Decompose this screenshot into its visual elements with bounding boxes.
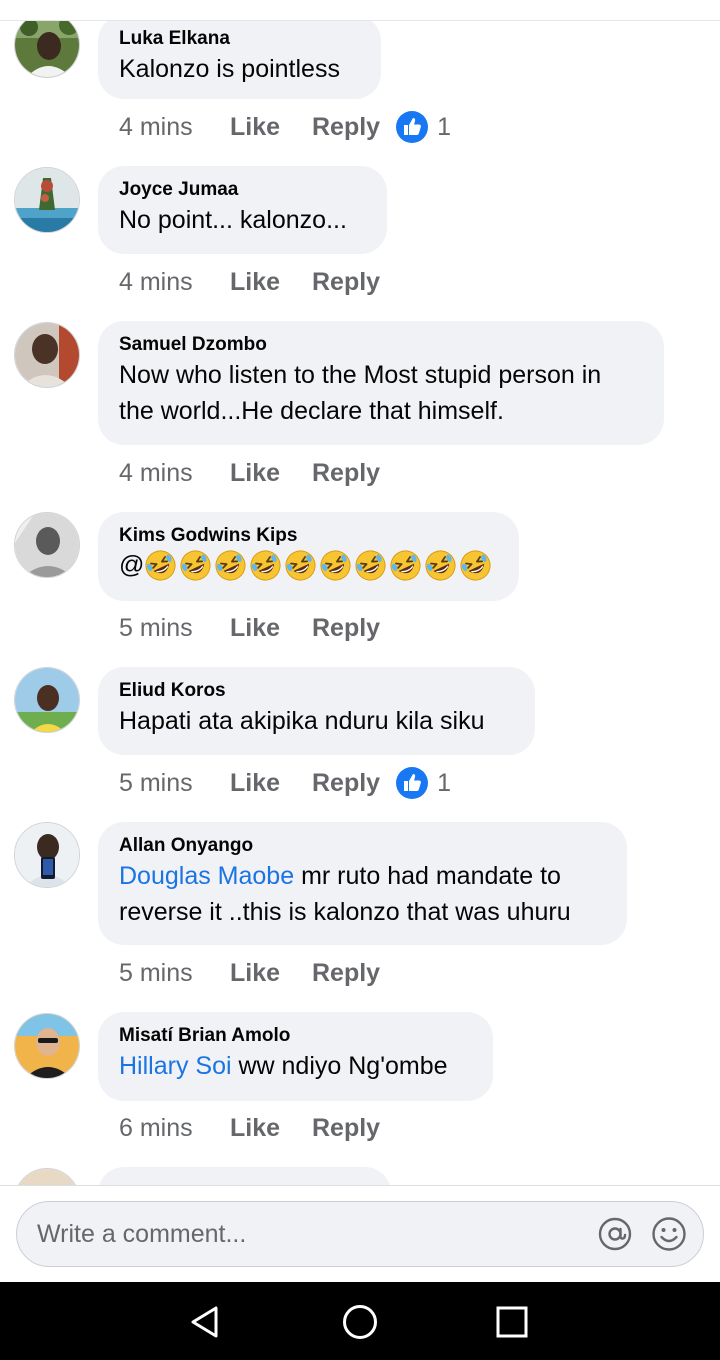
rolling-laughing-emoji-icon — [425, 550, 456, 581]
reaction-count: 1 — [437, 112, 451, 141]
like-button[interactable]: Like — [230, 113, 312, 142]
like-button[interactable]: Like — [230, 459, 312, 488]
comment-actions: 5 mins Like Reply — [119, 610, 380, 646]
reaction-summary[interactable]: 1 — [396, 111, 451, 143]
reply-button[interactable]: Reply — [312, 113, 380, 142]
comment-author[interactable]: Samuel Dzombo — [119, 333, 643, 357]
rolling-laughing-emoji-icon — [320, 550, 351, 581]
comment-author[interactable]: Kims Godwins Kips — [119, 524, 498, 548]
rolling-laughing-emoji-icon — [285, 550, 316, 581]
reply-button[interactable]: Reply — [312, 459, 380, 488]
comment-text: Kalonzo is pointless — [119, 55, 340, 83]
avatar[interactable] — [14, 512, 80, 578]
rolling-laughing-emoji-icon — [180, 550, 211, 581]
like-button[interactable]: Like — [230, 614, 312, 643]
smiley-icon[interactable] — [651, 1216, 687, 1252]
comment-actions: 4 mins Like Reply — [119, 264, 380, 300]
comment-time[interactable]: 5 mins — [119, 769, 230, 798]
comment-bubble[interactable]: Eliud Koros Hapati ata akipika nduru kil… — [98, 667, 535, 755]
like-button[interactable]: Like — [230, 959, 312, 988]
rolling-laughing-emoji-icon — [390, 550, 421, 581]
comment-author[interactable]: Luka Elkana — [119, 27, 360, 51]
comment-text-prefix: @ — [119, 551, 145, 579]
mention-link[interactable]: Douglas Maobe — [119, 862, 294, 890]
comment-actions: 5 mins Like Reply — [119, 955, 380, 991]
reaction-summary[interactable]: 1 — [396, 767, 451, 799]
comment-box — [16, 1201, 704, 1267]
comment-author[interactable]: Eliud Koros — [119, 679, 514, 703]
avatar[interactable] — [14, 167, 80, 233]
comment-text-line: Douglas Maobe mr ruto had mandate to — [119, 859, 606, 894]
mention-link[interactable]: Hillary Soi — [119, 1052, 232, 1080]
comment-text: Hapati ata akipika nduru kila siku — [119, 707, 485, 735]
comment-author[interactable]: Misatí Brian Amolo — [119, 1024, 472, 1048]
comment-actions: 6 mins Like Reply — [119, 1110, 380, 1146]
thumbs-up-icon — [396, 111, 429, 143]
comment-actions: 4 mins Like Reply — [119, 455, 380, 491]
comment-list[interactable]: Luka Elkana Kalonzo is pointless 4 mins … — [0, 0, 720, 1185]
comment-time[interactable]: 4 mins — [119, 459, 230, 488]
comment-bubble[interactable]: Misatí Brian Amolo Hillary Soi ww ndiyo … — [98, 1012, 493, 1101]
comment-text-line: the world...He declare that himself. — [119, 397, 504, 425]
rolling-laughing-emoji-icon — [145, 550, 176, 581]
rolling-laughing-emoji-icon — [215, 550, 246, 581]
comment-text-line: reverse it ..this is kalonzo that was uh… — [119, 898, 571, 926]
avatar[interactable] — [14, 667, 80, 733]
recents-square-icon[interactable] — [492, 1302, 532, 1342]
at-sign-icon[interactable] — [597, 1216, 633, 1252]
comment-time[interactable]: 4 mins — [119, 268, 230, 297]
comment-bubble[interactable]: Kims Godwins Kips @ — [98, 512, 519, 601]
comment-bubble[interactable]: Luka Elkana Kalonzo is pointless — [98, 15, 381, 99]
rolling-laughing-emoji-icon — [460, 550, 491, 581]
like-button[interactable]: Like — [230, 769, 312, 798]
comment-author[interactable]: Allan Onyango — [119, 834, 606, 858]
rolling-laughing-emoji-icon — [355, 550, 386, 581]
comment-bubble[interactable]: Joyce Jumaa No point... kalonzo... — [98, 166, 387, 254]
reply-button[interactable]: Reply — [312, 959, 380, 988]
reply-button[interactable]: Reply — [312, 769, 380, 798]
comment-actions: 4 mins Like Reply 1 — [119, 109, 451, 145]
reply-button[interactable]: Reply — [312, 1114, 380, 1143]
comment-text: No point... kalonzo... — [119, 206, 347, 234]
comment-input[interactable] — [35, 1202, 599, 1267]
avatar[interactable] — [14, 322, 80, 388]
avatar[interactable] — [14, 1013, 80, 1079]
comment-time[interactable]: 5 mins — [119, 614, 230, 643]
comment-time[interactable]: 6 mins — [119, 1114, 230, 1143]
comment-time[interactable]: 5 mins — [119, 959, 230, 988]
reply-button[interactable]: Reply — [312, 268, 380, 297]
comment-actions: 5 mins Like Reply 1 — [119, 765, 451, 801]
comment-bubble[interactable] — [98, 1167, 391, 1185]
comment-author[interactable]: Joyce Jumaa — [119, 178, 366, 202]
like-button[interactable]: Like — [230, 1114, 312, 1143]
thumbs-up-icon — [396, 767, 429, 799]
back-triangle-icon[interactable] — [186, 1302, 226, 1342]
rolling-laughing-emoji-icon — [250, 550, 281, 581]
reply-button[interactable]: Reply — [312, 614, 380, 643]
reaction-count: 1 — [437, 768, 451, 797]
comment-bubble[interactable]: Samuel Dzombo Now who listen to the Most… — [98, 321, 664, 445]
system-nav-bar — [0, 1282, 720, 1360]
top-divider — [0, 0, 720, 21]
like-button[interactable]: Like — [230, 268, 312, 297]
comment-bubble[interactable]: Allan Onyango Douglas Maobe mr ruto had … — [98, 822, 627, 945]
comment-time[interactable]: 4 mins — [119, 113, 230, 142]
avatar[interactable] — [14, 12, 80, 78]
comment-text: @ — [119, 548, 498, 583]
comment-text-rest: mr ruto had mandate to — [294, 862, 561, 890]
avatar[interactable] — [14, 822, 80, 888]
comment-composer — [0, 1185, 720, 1282]
comment-text: Hillary Soi ww ndiyo Ng'ombe — [119, 1049, 472, 1084]
comments-screen: Luka Elkana Kalonzo is pointless 4 mins … — [0, 0, 720, 1360]
avatar[interactable] — [14, 1168, 80, 1185]
home-circle-icon[interactable] — [340, 1302, 380, 1342]
comment-text-rest: ww ndiyo Ng'ombe — [231, 1052, 448, 1080]
comment-text-line: Now who listen to the Most stupid person… — [119, 361, 602, 389]
